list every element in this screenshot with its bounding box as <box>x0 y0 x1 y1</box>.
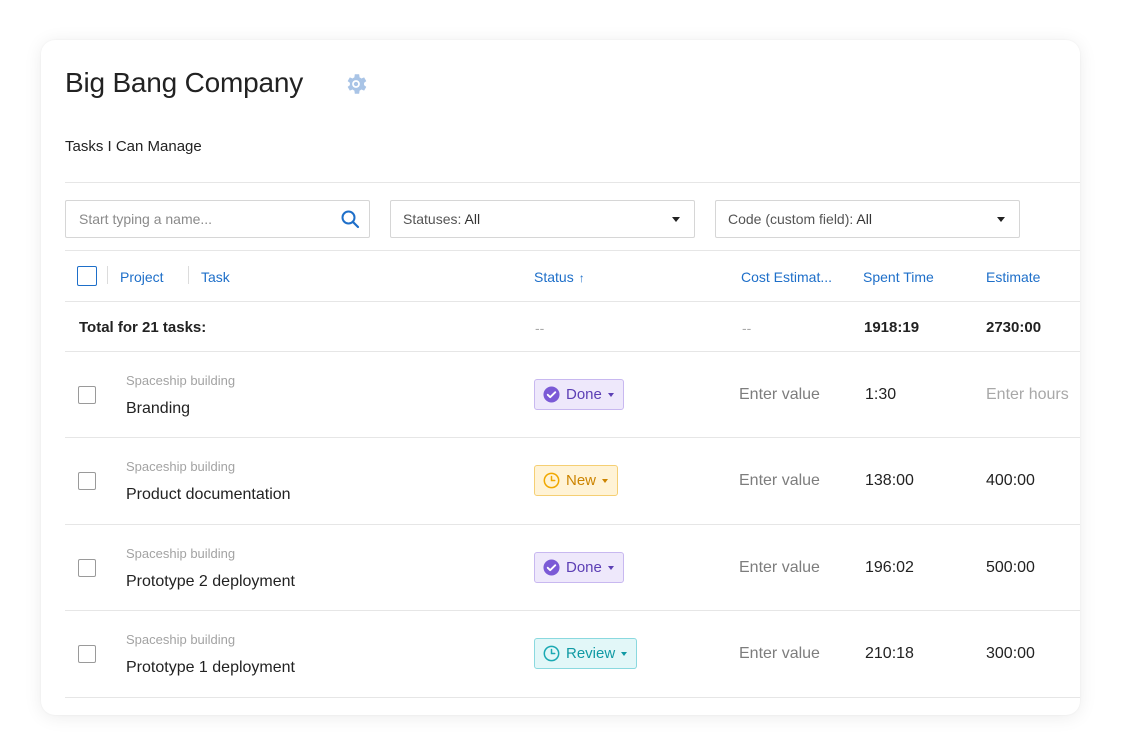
total-status: -- <box>535 320 545 336</box>
estimate-field[interactable]: Enter hours <box>986 386 1069 404</box>
divider <box>65 524 1080 525</box>
row-checkbox[interactable] <box>78 472 96 490</box>
row-checkbox[interactable] <box>78 559 96 577</box>
code-filter-value: All <box>856 211 872 227</box>
divider <box>65 182 1080 183</box>
row-project[interactable]: Spaceship building <box>126 373 235 388</box>
divider <box>65 250 1080 251</box>
row-task[interactable]: Product documentation <box>126 486 291 504</box>
statuses-filter-value: All <box>464 211 481 227</box>
status-badge[interactable]: New <box>534 465 619 496</box>
gear-icon[interactable] <box>343 71 369 97</box>
column-separator <box>188 266 189 284</box>
status-label: Done <box>566 386 602 403</box>
chevron-down-icon <box>672 217 680 222</box>
header-cost-estimate[interactable]: Cost Estimat... <box>741 269 832 285</box>
estimate-field[interactable]: 400:00 <box>986 472 1035 490</box>
header-status-label: Status <box>534 269 574 285</box>
select-all-checkbox[interactable] <box>77 266 97 286</box>
estimate-field[interactable]: 500:00 <box>986 559 1035 577</box>
row-checkbox[interactable] <box>78 645 96 663</box>
status-badge[interactable]: Done <box>534 552 624 583</box>
check-circle-icon <box>543 386 560 403</box>
clock-icon <box>543 472 560 489</box>
header-status[interactable]: Status ↑ <box>534 269 585 285</box>
estimate-field[interactable]: 300:00 <box>986 645 1035 663</box>
chevron-down-icon <box>602 478 609 483</box>
cost-estimate-field[interactable]: Enter value <box>739 386 820 404</box>
statuses-filter[interactable]: Statuses: All <box>390 200 695 238</box>
header-estimate[interactable]: Estimate <box>986 269 1040 285</box>
column-separator <box>107 266 108 284</box>
spent-time-value[interactable]: 1:30 <box>865 386 896 404</box>
search-input[interactable] <box>66 201 326 237</box>
code-filter-label: Code (custom field): <box>728 211 854 227</box>
spent-time-value[interactable]: 210:18 <box>865 645 914 663</box>
check-circle-icon <box>543 559 560 576</box>
status-label: Review <box>566 645 616 662</box>
header-spent-time[interactable]: Spent Time <box>863 269 934 285</box>
divider <box>65 697 1080 698</box>
total-estimate: 2730:00 <box>986 319 1042 336</box>
status-badge[interactable]: Done <box>534 379 624 410</box>
row-task[interactable]: Prototype 2 deployment <box>126 573 295 591</box>
code-filter[interactable]: Code (custom field): All <box>715 200 1020 238</box>
divider <box>65 351 1080 352</box>
header-project[interactable]: Project <box>120 269 164 285</box>
divider <box>65 301 1080 302</box>
divider <box>65 437 1080 438</box>
chevron-down-icon <box>621 651 628 656</box>
status-badge[interactable]: Review <box>534 638 638 669</box>
spent-time-value[interactable]: 138:00 <box>865 472 914 490</box>
chevron-down-icon <box>607 392 614 397</box>
status-label: New <box>566 472 597 489</box>
view-title: Tasks I Can Manage <box>65 138 202 155</box>
row-project[interactable]: Spaceship building <box>126 459 235 474</box>
row-project[interactable]: Spaceship building <box>126 632 235 647</box>
row-task[interactable]: Branding <box>126 400 190 418</box>
cost-estimate-field[interactable]: Enter value <box>739 559 820 577</box>
search-box[interactable] <box>65 200 370 238</box>
header-task[interactable]: Task <box>201 269 230 285</box>
row-task[interactable]: Prototype 1 deployment <box>126 659 295 677</box>
divider <box>65 610 1080 611</box>
cost-estimate-field[interactable]: Enter value <box>739 645 820 663</box>
sort-ascending-icon: ↑ <box>578 271 585 285</box>
total-cost-estimate: -- <box>742 320 752 336</box>
total-label: Total for 21 tasks: <box>79 319 207 336</box>
statuses-filter-label: Statuses: <box>403 211 462 227</box>
total-spent-time: 1918:19 <box>864 319 920 336</box>
spent-time-value[interactable]: 196:02 <box>865 559 914 577</box>
page-title: Big Bang Company <box>65 67 304 98</box>
cost-estimate-field[interactable]: Enter value <box>739 472 820 490</box>
status-label: Done <box>566 559 602 576</box>
row-project[interactable]: Spaceship building <box>126 546 235 561</box>
clock-icon <box>543 645 560 662</box>
search-icon[interactable] <box>340 209 360 229</box>
row-checkbox[interactable] <box>78 386 96 404</box>
chevron-down-icon <box>997 217 1005 222</box>
chevron-down-icon <box>607 565 614 570</box>
tasks-card: Big Bang Company Tasks I Can Manage Stat… <box>41 40 1080 715</box>
